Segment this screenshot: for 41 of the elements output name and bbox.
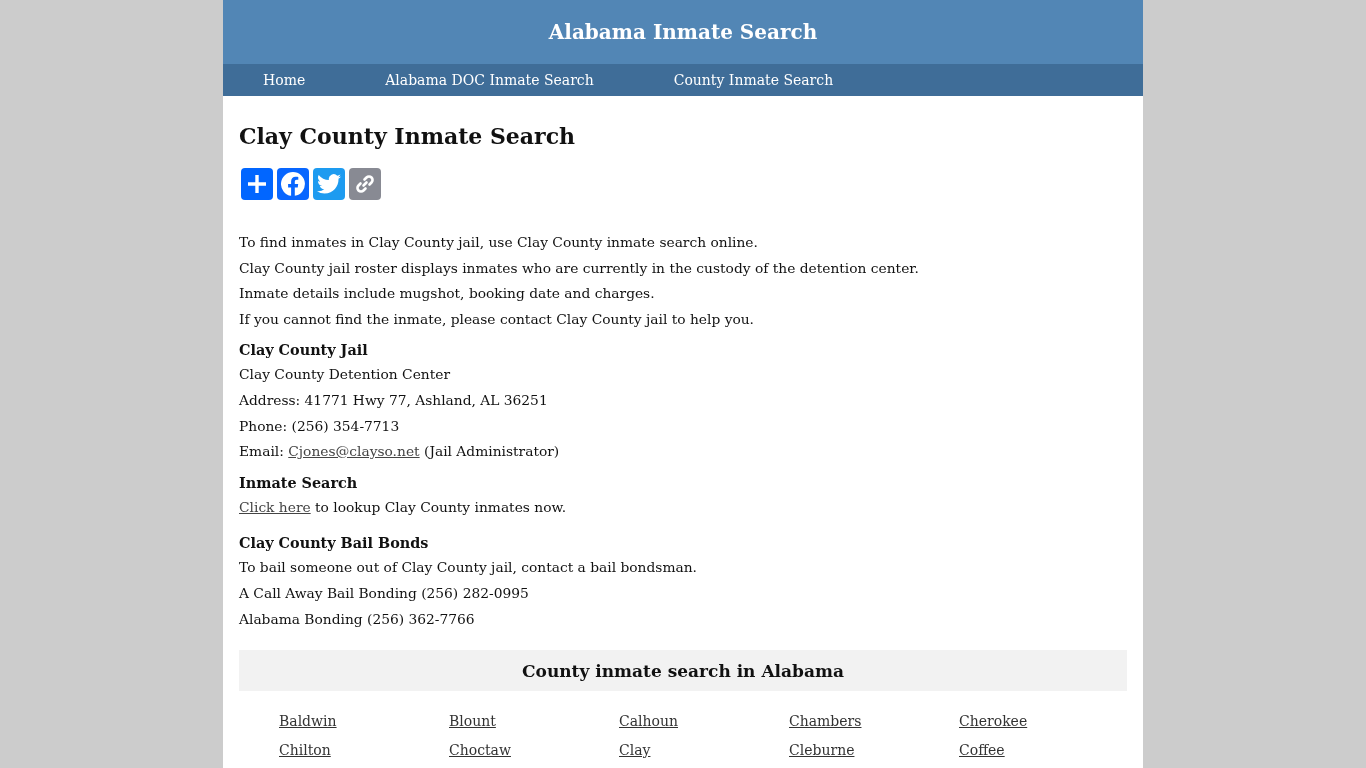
twitter-share-button[interactable]: [313, 168, 345, 200]
county-link[interactable]: Blount: [449, 713, 496, 730]
section-heading: Clay County Bail Bonds: [239, 533, 430, 554]
county-link[interactable]: Coffee: [959, 742, 1005, 759]
county-link[interactable]: Chambers: [789, 713, 862, 730]
nav-link[interactable]: County Inmate Search: [673, 72, 834, 88]
county-link[interactable]: Cleburne: [789, 742, 855, 759]
intro-text: Clay County jail roster displays inmates who are currently in the custody of the detention center.: [239, 258, 920, 278]
page-title: Clay County Inmate Search: [239, 122, 576, 150]
text-line: A Call Away Bail Bonding (256) 282-0995: [239, 583, 530, 603]
directory-heading: County inmate search in Alabama: [522, 660, 844, 681]
text-line: Address: 41771 Hwy 77, Ashland, AL 36251: [239, 390, 549, 410]
text-link[interactable]: Click here: [239, 498, 311, 515]
facebook-share-button[interactable]: [277, 168, 309, 200]
county-link[interactable]: Choctaw: [449, 742, 511, 759]
county-link[interactable]: Clay: [619, 742, 651, 759]
county-link[interactable]: Cherokee: [959, 713, 1028, 730]
text-line: To bail someone out of Clay County jail, contact a bail bondsman.: [239, 558, 698, 578]
text-line: Clay County Detention Center: [239, 365, 451, 385]
text-link[interactable]: Cjones@clayso.net: [288, 443, 420, 460]
text-line: Alabama Bonding (256) 362-7766: [239, 609, 476, 629]
copy-link-button[interactable]: [349, 168, 381, 200]
section-heading: Inmate Search: [239, 472, 359, 493]
text-line-with-link: Click here to lookup Clay County inmates now.: [239, 497, 568, 517]
section-heading: Clay County Jail: [239, 340, 369, 361]
intro-text: To find inmates in Clay County jail, use Clay County inmate search online.: [239, 233, 759, 252]
bird-icon: [317, 174, 341, 194]
nav-link[interactable]: Alabama DOC Inmate Search: [385, 72, 594, 88]
nav-link[interactable]: Home: [263, 72, 306, 88]
plus-icon: [247, 174, 267, 194]
text-line: Phone: (256) 354-7713: [239, 416, 401, 436]
site-title: Alabama Inmate Search: [548, 20, 818, 44]
facebook-icon: [281, 172, 305, 196]
county-link[interactable]: Baldwin: [279, 713, 337, 730]
intro-text: Inmate details include mugshot, booking date and charges.: [239, 284, 656, 304]
share-button[interactable]: [241, 168, 273, 200]
chain-link-icon: [354, 173, 376, 195]
county-link[interactable]: Calhoun: [619, 713, 678, 730]
text-line-with-link: Email: Cjones@clayso.net (Jail Administrator): [239, 442, 561, 462]
intro-text: If you cannot find the inmate, please contact Clay County jail to help you.: [239, 309, 755, 329]
county-link[interactable]: Chilton: [279, 742, 331, 759]
